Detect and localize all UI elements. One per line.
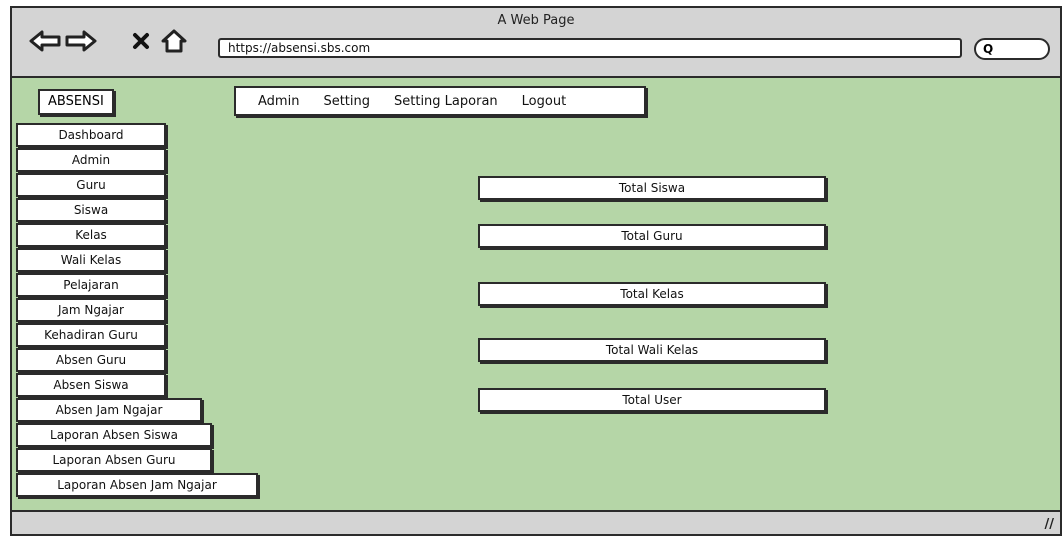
sidebar-item-siswa[interactable]: Siswa bbox=[16, 198, 166, 222]
status-bar: // bbox=[12, 510, 1060, 534]
top-menu-admin[interactable]: Admin bbox=[258, 94, 299, 109]
top-menu-setting-laporan[interactable]: Setting Laporan bbox=[394, 94, 498, 109]
stat-total-user: Total User bbox=[478, 388, 826, 412]
back-arrow-icon[interactable] bbox=[28, 28, 62, 54]
top-menu-setting[interactable]: Setting bbox=[323, 94, 370, 109]
sidebar-item-kehadiran-guru[interactable]: Kehadiran Guru bbox=[16, 323, 166, 347]
sidebar-item-laporan-absen-jam-ngajar[interactable]: Laporan Absen Jam Ngajar bbox=[16, 473, 258, 497]
top-menu-logout[interactable]: Logout bbox=[522, 94, 567, 109]
sidebar-item-absen-siswa[interactable]: Absen Siswa bbox=[16, 373, 166, 397]
sidebar-item-kelas[interactable]: Kelas bbox=[16, 223, 166, 247]
sidebar-item-wali-kelas[interactable]: Wali Kelas bbox=[16, 248, 166, 272]
stat-total-kelas: Total Kelas bbox=[478, 282, 826, 306]
home-icon[interactable] bbox=[160, 28, 188, 54]
window-title: A Web Page bbox=[497, 13, 575, 28]
sidebar-item-laporan-absen-siswa[interactable]: Laporan Absen Siswa bbox=[16, 423, 212, 447]
stat-total-siswa: Total Siswa bbox=[478, 176, 826, 200]
sidebar-item-dashboard[interactable]: Dashboard bbox=[16, 123, 166, 147]
top-menu: Admin Setting Setting Laporan Logout bbox=[234, 86, 646, 116]
sidebar-item-absen-guru[interactable]: Absen Guru bbox=[16, 348, 166, 372]
stat-total-guru: Total Guru bbox=[478, 224, 826, 248]
sidebar-item-admin[interactable]: Admin bbox=[16, 148, 166, 172]
browser-toolbar: A Web Page https://absensi.sbs.com Q bbox=[12, 8, 1060, 78]
browser-window: A Web Page https://absensi.sbs.com Q ABS… bbox=[10, 6, 1062, 536]
sidebar-item-pelajaran[interactable]: Pelajaran bbox=[16, 273, 166, 297]
close-icon[interactable] bbox=[130, 28, 152, 54]
stat-total-wali-kelas: Total Wali Kelas bbox=[478, 338, 826, 362]
search-icon: Q bbox=[983, 42, 994, 56]
sidebar-item-absen-jam-ngajar[interactable]: Absen Jam Ngajar bbox=[16, 398, 202, 422]
sidebar-item-guru[interactable]: Guru bbox=[16, 173, 166, 197]
app-brand: ABSENSI bbox=[38, 89, 114, 115]
forward-arrow-icon[interactable] bbox=[64, 28, 98, 54]
url-bar[interactable]: https://absensi.sbs.com bbox=[218, 38, 962, 58]
sidebar-item-laporan-absen-guru[interactable]: Laporan Absen Guru bbox=[16, 448, 212, 472]
browser-search-field[interactable]: Q bbox=[974, 38, 1050, 60]
resize-grip-icon[interactable]: // bbox=[1045, 517, 1055, 532]
sidebar-item-jam-ngajar[interactable]: Jam Ngajar bbox=[16, 298, 166, 322]
